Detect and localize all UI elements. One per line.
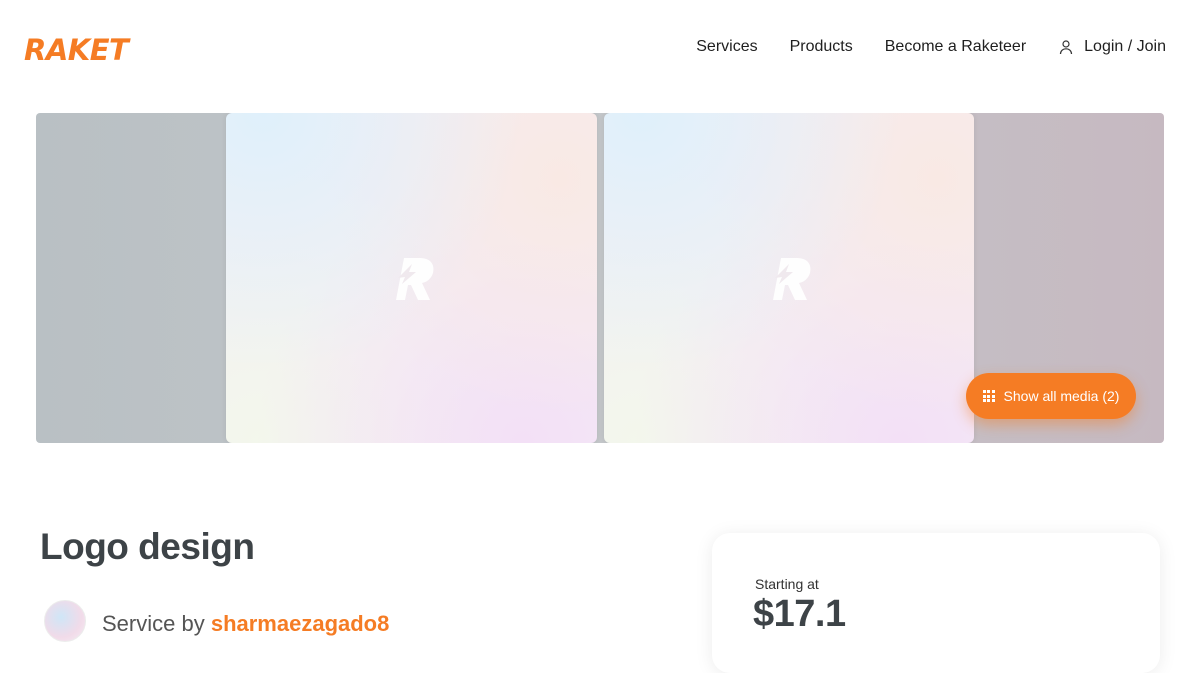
login-join-link[interactable]: Login / Join (1058, 38, 1166, 56)
nav-become-raketeer[interactable]: Become a Raketeer (885, 38, 1026, 56)
service-by-row: Service by sharmaezagado8 (44, 600, 389, 642)
service-title: Logo design (40, 526, 255, 567)
media-gallery[interactable]: Show all media (2) (36, 113, 1164, 443)
show-all-media-button[interactable]: Show all media (2) (966, 373, 1136, 419)
raket-logo[interactable]: RAKET (24, 30, 129, 70)
user-icon (1060, 40, 1073, 55)
starting-at-label: Starting at (755, 576, 819, 592)
service-by-text: Service by sharmaezagado8 (102, 611, 389, 637)
nav-services[interactable]: Services (696, 38, 757, 56)
main-nav: Services Products Become a Raketeer Logi… (696, 38, 1166, 56)
grid-icon (982, 390, 995, 402)
raket-r-icon (773, 258, 811, 300)
service-by-prefix: Service by (102, 611, 211, 636)
price-card: Starting at $17.1 (712, 533, 1160, 673)
seller-link[interactable]: sharmaezagado8 (211, 611, 390, 636)
login-join-label: Login / Join (1084, 38, 1166, 55)
raket-r-icon (395, 258, 433, 300)
show-all-media-label: Show all media (2) (1003, 388, 1120, 404)
media-tile[interactable] (604, 113, 974, 443)
site-header: RAKET Services Products Become a Raketee… (0, 0, 1200, 100)
seller-avatar[interactable] (44, 600, 86, 642)
media-tile[interactable] (226, 113, 597, 443)
nav-products[interactable]: Products (790, 38, 853, 56)
